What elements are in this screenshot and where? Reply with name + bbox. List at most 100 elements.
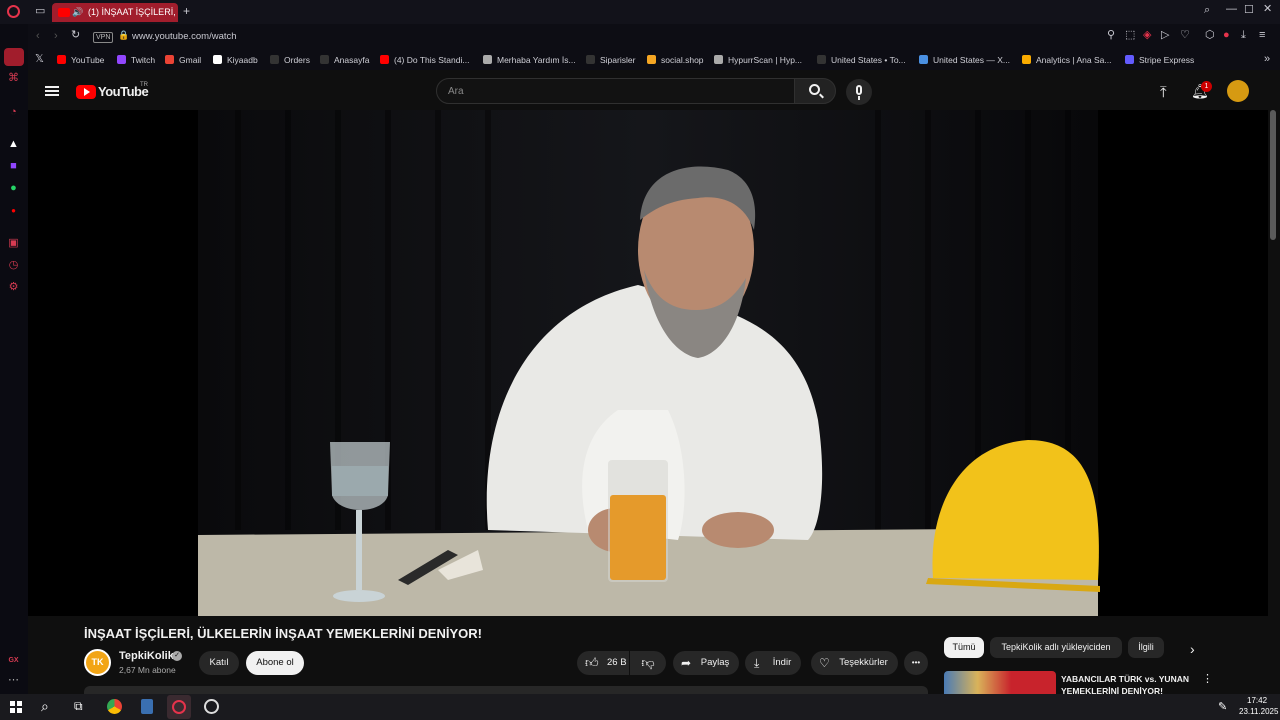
clock-icon[interactable]: ◷	[7, 259, 20, 272]
menu-icon[interactable]: ≡	[1259, 30, 1265, 41]
clock-time[interactable]: 17:42	[1247, 696, 1267, 705]
recommended-title[interactable]: YABANCILAR TÜRK vs. YUNAN YEMEKLERİNİ DE…	[1061, 673, 1201, 694]
extensions-icon[interactable]: ⬡	[1205, 30, 1215, 41]
minimize-icon[interactable]: —	[1226, 4, 1237, 15]
history-icon[interactable]: ◔	[7, 106, 20, 119]
bookmark-item[interactable]: Siparisler	[586, 55, 635, 65]
recommended-thumbnail[interactable]	[944, 671, 1056, 694]
bookmark-item[interactable]: Kiyaadb	[213, 55, 258, 65]
download-toolbar-icon[interactable]: ⤓	[1241, 30, 1246, 41]
wallet-icon[interactable]: ▣	[7, 237, 20, 250]
maximize-icon[interactable]: ☐	[1244, 5, 1254, 16]
bookmark-item[interactable]: (4) Do This Standi...	[380, 55, 469, 65]
close-icon[interactable]: ✕	[1263, 4, 1272, 15]
twitch-icon[interactable]: ■	[7, 160, 20, 173]
youtube-favicon-icon	[58, 8, 70, 17]
download-button[interactable]: ⤓ İndir	[745, 651, 801, 675]
reload-icon[interactable]: ↻	[71, 30, 80, 41]
bookmark-item[interactable]: social.shop	[647, 55, 704, 65]
chip-all[interactable]: Tümü	[944, 637, 984, 658]
bookmark-item[interactable]: Gmail	[165, 55, 201, 65]
chip-related[interactable]: İlgili	[1128, 637, 1164, 658]
bookmark-label: Kiyaadb	[227, 55, 258, 65]
chrome-icon[interactable]	[107, 699, 122, 714]
opera-taskbar-icon[interactable]	[167, 695, 191, 719]
subscribe-button[interactable]: Abone ol	[246, 651, 304, 675]
bookmark-label: Twitch	[131, 55, 156, 65]
bookmark-item[interactable]: United States — X...	[919, 55, 1010, 65]
bookmark-item[interactable]: YouTube	[57, 55, 104, 65]
pocket-icon[interactable]: ◈	[1143, 30, 1151, 41]
windows-start-icon[interactable]	[10, 701, 22, 713]
channel-name[interactable]: TepkiKolik	[119, 650, 174, 662]
tab-switcher-icon[interactable]: ▭	[35, 6, 45, 17]
dislike-button[interactable]: 👎︎	[630, 651, 666, 675]
gx-icon[interactable]: GX	[7, 654, 20, 667]
thanks-icon: ♡	[819, 656, 830, 670]
bookmark-item[interactable]: HypurrScan | Hyp...	[714, 55, 802, 65]
music-icon[interactable]: ●	[7, 204, 20, 217]
url-field[interactable]: www.youtube.com/watch	[132, 31, 237, 42]
bookmark-label: Analytics | Ana Sa...	[1036, 55, 1112, 65]
bookmarks-overflow-icon[interactable]: »	[1264, 54, 1270, 65]
video-frame	[198, 110, 1100, 616]
upload-icon[interactable]: ⤒	[1160, 84, 1167, 101]
app-taskbar-icon[interactable]	[204, 699, 219, 714]
tray-pen-icon[interactable]: ✎	[1218, 700, 1227, 713]
forward-icon[interactable]: ›	[54, 31, 58, 42]
search-button[interactable]	[794, 78, 836, 104]
hamburger-menu-icon[interactable]	[45, 86, 59, 96]
channel-avatar[interactable]: TK	[84, 649, 111, 676]
search-tabs-icon[interactable]: ⌕	[1204, 5, 1210, 16]
arc-icon[interactable]: ▲	[7, 138, 20, 151]
bookmark-label: United States — X...	[933, 55, 1011, 65]
page-scrollbar[interactable]	[1270, 110, 1276, 240]
bookmark-item[interactable]: Analytics | Ana Sa...	[1022, 55, 1111, 65]
gaming-icon[interactable]: ⌘	[7, 72, 20, 85]
verified-icon: ✓	[172, 651, 182, 661]
share-button[interactable]: ➦ Paylaş	[673, 651, 739, 675]
video-player[interactable]	[28, 110, 1268, 616]
new-tab-button[interactable]: +	[183, 5, 190, 17]
play-icon[interactable]: ▷	[1161, 30, 1169, 41]
task-view-icon[interactable]: ⧉	[74, 699, 83, 714]
whatsapp-icon[interactable]: ●	[7, 182, 20, 195]
account-icon[interactable]: ●	[1223, 30, 1230, 41]
settings-icon[interactable]: ⚙	[7, 281, 20, 294]
bookmark-item[interactable]: Merhaba Yardım İs...	[483, 55, 576, 65]
back-icon[interactable]: ‹	[36, 31, 40, 42]
like-count: 26 B	[607, 657, 627, 668]
join-button[interactable]: Katıl	[199, 651, 239, 675]
pin-icon[interactable]: ⚲	[1107, 30, 1115, 41]
vpn-badge[interactable]: VPN	[93, 32, 114, 43]
avatar[interactable]	[1227, 80, 1249, 102]
sidebar-more-icon[interactable]: ⋯	[7, 674, 20, 687]
like-button[interactable]: 👍︎ 26 B	[577, 651, 629, 675]
voice-search-button[interactable]	[846, 79, 872, 105]
calculator-icon[interactable]	[141, 699, 153, 714]
clock-date[interactable]: 23.11.2025	[1239, 707, 1278, 716]
opera-logo-icon[interactable]	[7, 5, 20, 18]
heart-icon[interactable]: ♡	[1180, 30, 1190, 41]
bookmark-item[interactable]: Orders	[270, 55, 310, 65]
bookmark-favicon-icon	[919, 55, 928, 64]
bookmark-item[interactable]: Twitch	[117, 55, 155, 65]
speaker-icon[interactable]: 🔊	[72, 3, 83, 22]
chip-next-icon[interactable]: ›	[1190, 641, 1195, 657]
thanks-button[interactable]: ♡ Teşekkürler	[811, 651, 898, 675]
bookmark-item[interactable]: Anasayfa	[320, 55, 369, 65]
taskbar-search-icon[interactable]: ⌕	[41, 698, 49, 715]
bookmark-favicon-icon	[817, 55, 826, 64]
more-actions-button[interactable]: •••	[904, 651, 928, 675]
share-icon: ➦	[681, 656, 692, 670]
snapshot-icon[interactable]: ⬚	[1125, 30, 1135, 41]
tab-active[interactable]: 🔊 (1) İNŞAAT İŞÇİLERİ, Ü	[52, 3, 178, 22]
bookmark-item[interactable]: United States • To...	[817, 55, 906, 65]
youtube-region: TR	[140, 82, 148, 88]
recommended-menu-icon[interactable]: ⋮	[1202, 672, 1213, 685]
chip-uploader[interactable]: TepkiKolik adlı yükleyiciden	[990, 637, 1122, 658]
x-icon[interactable]: 𝕏	[35, 54, 44, 65]
home-icon[interactable]	[4, 48, 24, 66]
search-input[interactable]: Ara	[436, 78, 795, 104]
bookmark-item[interactable]: Stripe Express	[1125, 55, 1194, 65]
